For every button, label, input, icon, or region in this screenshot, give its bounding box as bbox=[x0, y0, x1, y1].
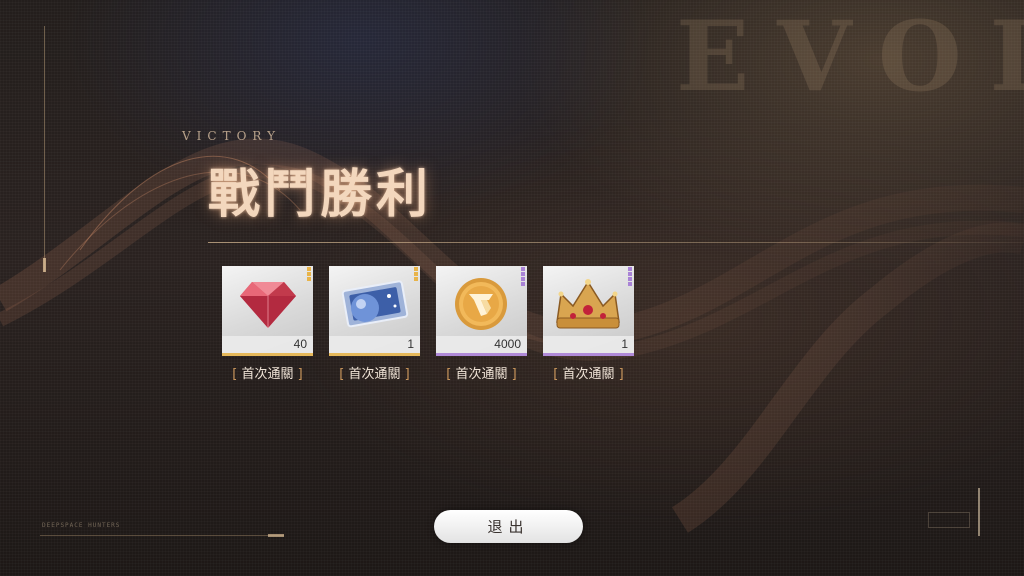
reward-card[interactable]: 4000 bbox=[436, 266, 527, 356]
first-clear-label: 首次通關 bbox=[241, 367, 294, 382]
right-deco-line bbox=[978, 488, 980, 536]
title-divider bbox=[208, 242, 1024, 243]
first-clear-label: 首次通關 bbox=[562, 367, 615, 382]
footer-brand-text: DEEPSPACE HUNTERS bbox=[42, 522, 121, 529]
reward-card[interactable]: 40 bbox=[222, 266, 313, 356]
reward-quantity: 40 bbox=[293, 337, 307, 351]
reward-label: [ 首次通關 ] bbox=[232, 367, 303, 382]
first-clear-label: 首次通關 bbox=[348, 367, 401, 382]
reward-label: [ 首次通關 ] bbox=[446, 367, 517, 382]
evol-watermark: EVOL bbox=[676, 0, 1024, 113]
reward-quantity: 1 bbox=[407, 337, 414, 351]
reward-quantity: 4000 bbox=[494, 337, 521, 351]
reward-item[interactable]: 40 [ 首次通關 ] bbox=[222, 266, 313, 382]
page-title: 戰鬥勝利 bbox=[208, 164, 433, 225]
reward-item[interactable]: 1 [ 首次通關 ] bbox=[329, 266, 420, 382]
reward-label: [ 首次通關 ] bbox=[339, 367, 410, 382]
corner-deco-box bbox=[928, 512, 970, 528]
reward-label: [ 首次通關 ] bbox=[553, 367, 624, 382]
reward-item[interactable]: 4000 [ 首次通關 ] bbox=[436, 266, 527, 382]
footer-deco-marker bbox=[268, 534, 284, 537]
red-diamond-icon bbox=[222, 266, 313, 339]
left-deco-marker bbox=[43, 258, 46, 272]
reward-card[interactable]: 1 bbox=[543, 266, 634, 356]
exit-button[interactable]: 退出 bbox=[434, 510, 583, 543]
gold-coin-icon bbox=[436, 266, 527, 339]
first-clear-label: 首次通關 bbox=[455, 367, 508, 382]
victory-subtitle: VICTORY bbox=[182, 129, 282, 143]
rarity-tag bbox=[413, 267, 419, 287]
footer-deco-line bbox=[40, 535, 284, 536]
star-map-ticket-icon bbox=[329, 266, 420, 339]
rarity-tag bbox=[306, 267, 312, 287]
reward-quantity: 1 bbox=[621, 337, 628, 351]
left-deco-line bbox=[44, 26, 45, 272]
reward-card[interactable]: 1 bbox=[329, 266, 420, 356]
rarity-tag bbox=[520, 267, 526, 287]
rarity-tag bbox=[627, 267, 633, 287]
reward-item[interactable]: 1 [ 首次通關 ] bbox=[543, 266, 634, 382]
gold-crown-icon bbox=[543, 266, 634, 339]
